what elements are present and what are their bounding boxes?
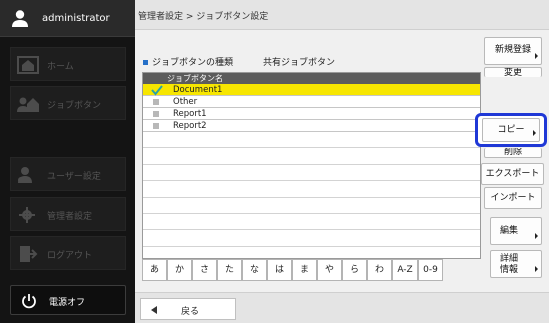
sidebar-item-label: ユーザー設定: [47, 172, 101, 182]
empty-row: [143, 148, 480, 165]
sidebar: administrator ホーム ジョブボタン ユーザー設定 管理者設定 ログ…: [0, 0, 135, 323]
empty-row: [143, 214, 480, 231]
user-icon: [12, 10, 28, 27]
logout-icon: [20, 246, 38, 262]
index-09[interactable]: 0-9: [418, 259, 443, 281]
checkmark-icon: [151, 85, 163, 96]
edit-button-label: 編集: [500, 226, 519, 236]
copy-button-label: コピー: [497, 125, 525, 135]
user-header: administrator: [0, 0, 135, 37]
index-ha[interactable]: は: [267, 259, 292, 281]
index-ya[interactable]: や: [317, 259, 342, 281]
sidebar-item-job-button[interactable]: ジョブボタン: [10, 86, 126, 120]
new-button-label: 新規登録: [494, 45, 531, 55]
job-button-icon: [17, 97, 39, 112]
index-ka[interactable]: か: [167, 259, 192, 281]
detail-info-label: 詳細: [500, 254, 519, 264]
list-item-label: Report1: [173, 109, 207, 119]
bullet-icon: [143, 60, 148, 65]
checkbox-icon: [153, 99, 159, 105]
list-item-document1[interactable]: Document1: [143, 84, 480, 96]
index-na[interactable]: な: [242, 259, 267, 281]
home-icon: [17, 56, 39, 74]
job-type-value: 共有ジョブボタン: [263, 58, 336, 68]
export-button-label: エクスポート: [485, 169, 540, 179]
empty-row: [143, 181, 480, 198]
back-button[interactable]: 戻る: [140, 298, 236, 320]
list-item-other[interactable]: Other: [143, 96, 480, 108]
chevron-right-icon: [535, 53, 538, 59]
import-button-label: インポート: [490, 193, 536, 203]
empty-row: [143, 132, 480, 149]
chevron-right-icon: [533, 130, 536, 136]
export-button[interactable]: エクスポート: [481, 163, 544, 185]
gear-icon: [19, 207, 35, 223]
sidebar-item-user-settings[interactable]: ユーザー設定: [10, 157, 126, 191]
sidebar-item-label: ログアウト: [47, 251, 93, 261]
breadcrumb: 管理者設定 > ジョブボタン設定: [138, 12, 269, 22]
job-button-list: ジョブボタン名 Document1 Other Report1 Report2: [142, 72, 481, 259]
list-item-label: Other: [173, 97, 198, 107]
change-button[interactable]: 変更: [484, 67, 542, 77]
list-item-label: Document1: [173, 85, 223, 95]
delete-button-label: 削除: [503, 148, 522, 157]
list-header: ジョブボタン名: [143, 73, 480, 84]
index-sa[interactable]: さ: [192, 259, 217, 281]
change-button-label: 変更: [503, 68, 522, 77]
back-arrow-icon: [151, 306, 157, 314]
list-item-report1[interactable]: Report1: [143, 108, 480, 120]
empty-row: [143, 198, 480, 214]
sidebar-item-admin-settings[interactable]: 管理者設定: [10, 197, 126, 231]
user-name: administrator: [42, 13, 110, 24]
job-type-row: ジョブボタンの種類 共有ジョブボタン: [143, 55, 335, 68]
index-a[interactable]: あ: [142, 259, 167, 281]
edit-button[interactable]: 編集: [490, 217, 542, 245]
chevron-right-icon: [535, 266, 538, 272]
copy-button[interactable]: コピー: [482, 118, 540, 142]
index-wa[interactable]: わ: [367, 259, 392, 281]
sidebar-item-home[interactable]: ホーム: [10, 47, 126, 81]
empty-row: [143, 165, 480, 182]
chevron-right-icon: [535, 233, 538, 239]
index-bar: あ か さ た な は ま や ら わ A-Z 0-9: [142, 259, 493, 281]
power-off-label: 電源オフ: [49, 298, 86, 308]
back-button-label: 戻る: [181, 307, 200, 317]
checkbox-icon: [153, 123, 159, 129]
power-off-button[interactable]: 電源オフ: [10, 285, 126, 315]
content-area: ジョブボタンの種類 共有ジョブボタン ジョブボタン名 Document1 Oth…: [135, 30, 549, 292]
index-ra[interactable]: ら: [342, 259, 367, 281]
index-ta[interactable]: た: [217, 259, 242, 281]
checkbox-icon: [153, 111, 159, 117]
index-ma[interactable]: ま: [292, 259, 317, 281]
sidebar-item-label: ジョブボタン: [47, 101, 102, 111]
index-az[interactable]: A-Z: [392, 259, 418, 281]
detail-info-button[interactable]: 詳細 情報: [490, 250, 542, 278]
detail-info-label: 情報: [500, 265, 519, 275]
job-type-label: ジョブボタンの種類: [152, 58, 234, 68]
sidebar-item-logout[interactable]: ログアウト: [10, 236, 126, 270]
sidebar-item-label: 管理者設定: [47, 212, 93, 222]
empty-row: [143, 230, 480, 247]
sidebar-item-label: ホーム: [47, 62, 74, 72]
list-item-label: Report2: [173, 121, 207, 131]
list-item-report2[interactable]: Report2: [143, 120, 480, 132]
title-bar: 管理者設定 > ジョブボタン設定: [135, 0, 549, 30]
import-button[interactable]: インポート: [484, 187, 542, 209]
main-panel: 管理者設定 > ジョブボタン設定 ジョブボタンの種類 共有ジョブボタン ジョブボ…: [135, 0, 549, 323]
bottom-bar: 戻る: [135, 292, 549, 323]
power-icon: [22, 294, 36, 309]
delete-button[interactable]: 削除: [484, 148, 542, 158]
new-button[interactable]: 新規登録: [484, 37, 542, 65]
user-settings-icon: [18, 167, 32, 183]
